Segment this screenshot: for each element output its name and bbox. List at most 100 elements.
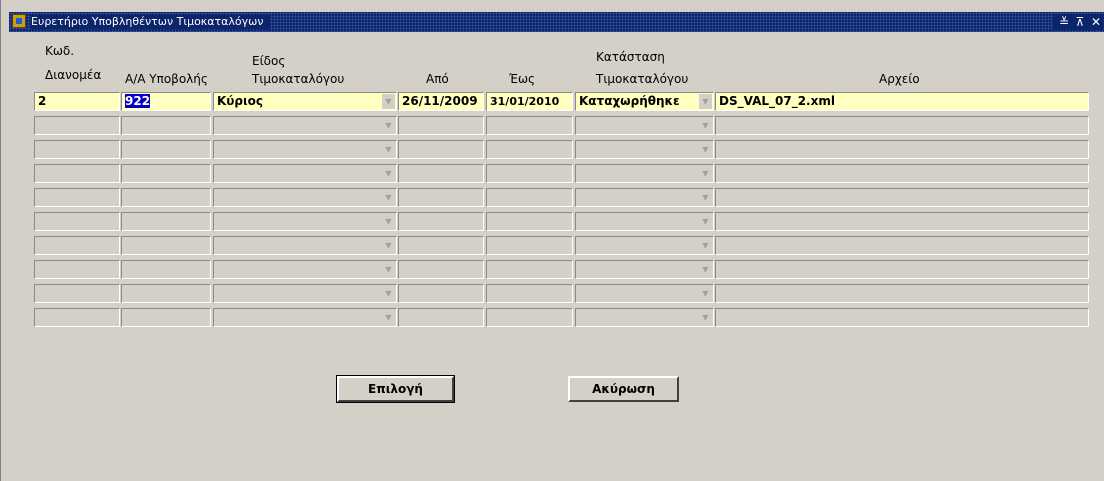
code-field[interactable] [34, 260, 120, 279]
file-field[interactable] [715, 236, 1089, 255]
chevron-down-icon[interactable]: ▼ [382, 238, 395, 253]
close-icon[interactable]: ✕ [1089, 14, 1103, 30]
submission-field[interactable] [121, 212, 211, 231]
to-date-field[interactable] [486, 140, 573, 159]
status-select[interactable]: Καταχωρήθηκε ▼ [575, 92, 714, 111]
from-date-field[interactable] [398, 188, 484, 207]
to-date-field[interactable] [486, 164, 573, 183]
chevron-down-icon[interactable]: ▼ [699, 118, 712, 133]
code-field[interactable] [34, 236, 120, 255]
submission-field[interactable] [121, 164, 211, 183]
type-select[interactable]: ▼ [213, 188, 397, 207]
chevron-down-icon[interactable]: ▼ [699, 190, 712, 205]
chevron-down-icon[interactable]: ▼ [382, 286, 395, 301]
file-field[interactable] [715, 308, 1089, 327]
from-date-field[interactable] [398, 140, 484, 159]
chevron-down-icon[interactable]: ▼ [699, 310, 712, 325]
minimize-icon[interactable]: ≚ [1057, 14, 1071, 30]
status-select[interactable]: ▼ [575, 260, 714, 279]
submission-field[interactable] [121, 140, 211, 159]
select-button[interactable]: Επιλογή [336, 375, 455, 403]
chevron-down-icon[interactable]: ▼ [382, 118, 395, 133]
chevron-down-icon[interactable]: ▼ [699, 286, 712, 301]
to-date-field[interactable] [486, 260, 573, 279]
code-field[interactable] [34, 212, 120, 231]
title-bar[interactable]: Ευρετήριο Υποβληθέντων Τιμοκαταλόγων ≚ ⊼… [9, 12, 1104, 32]
file-field[interactable]: DS_VAL_07_2.xml [715, 92, 1089, 111]
status-select[interactable]: ▼ [575, 116, 714, 135]
submission-value: 922 [125, 94, 151, 108]
status-select[interactable]: ▼ [575, 164, 714, 183]
to-date-field[interactable] [486, 212, 573, 231]
status-select[interactable]: ▼ [575, 236, 714, 255]
pricelist-index-window: Ευρετήριο Υποβληθέντων Τιμοκαταλόγων ≚ ⊼… [0, 0, 1104, 481]
code-field[interactable]: 2 [34, 92, 120, 111]
code-field[interactable] [34, 164, 120, 183]
to-date-field[interactable] [486, 308, 573, 327]
to-date-field[interactable] [486, 188, 573, 207]
chevron-down-icon[interactable]: ▼ [699, 142, 712, 157]
from-date-field[interactable] [398, 308, 484, 327]
chevron-down-icon[interactable]: ▼ [699, 94, 712, 109]
status-select[interactable]: ▼ [575, 188, 714, 207]
to-date-field[interactable] [486, 236, 573, 255]
from-date-field[interactable] [398, 260, 484, 279]
cancel-button[interactable]: Ακύρωση [568, 376, 679, 402]
file-field[interactable] [715, 116, 1089, 135]
chevron-down-icon[interactable]: ▼ [382, 94, 395, 109]
window-controls: ≚ ⊼ ✕ [1053, 14, 1103, 30]
type-select[interactable]: ▼ [213, 284, 397, 303]
status-select[interactable]: ▼ [575, 140, 714, 159]
code-field[interactable] [34, 140, 120, 159]
file-field[interactable] [715, 188, 1089, 207]
chevron-down-icon[interactable]: ▼ [382, 166, 395, 181]
submission-field[interactable] [121, 116, 211, 135]
status-select[interactable]: ▼ [575, 284, 714, 303]
submission-field[interactable]: 922 [121, 92, 211, 111]
type-select[interactable]: ▼ [213, 164, 397, 183]
file-field[interactable] [715, 260, 1089, 279]
status-select[interactable]: ▼ [575, 308, 714, 327]
window-title: Ευρετήριο Υποβληθέντων Τιμοκαταλόγων [31, 15, 270, 29]
from-date-field[interactable] [398, 164, 484, 183]
file-field[interactable] [715, 284, 1089, 303]
from-date-field[interactable] [398, 212, 484, 231]
chevron-down-icon[interactable]: ▼ [699, 262, 712, 277]
chevron-down-icon[interactable]: ▼ [382, 214, 395, 229]
from-date-field[interactable] [398, 236, 484, 255]
status-select[interactable]: ▼ [575, 212, 714, 231]
submission-field[interactable] [121, 284, 211, 303]
submission-field[interactable] [121, 236, 211, 255]
submission-field[interactable] [121, 308, 211, 327]
submission-field[interactable] [121, 260, 211, 279]
file-field[interactable] [715, 140, 1089, 159]
type-select[interactable]: Κύριος ▼ [213, 92, 397, 111]
chevron-down-icon[interactable]: ▼ [382, 190, 395, 205]
chevron-down-icon[interactable]: ▼ [699, 214, 712, 229]
submission-field[interactable] [121, 188, 211, 207]
file-field[interactable] [715, 212, 1089, 231]
code-field[interactable] [34, 188, 120, 207]
chevron-down-icon[interactable]: ▼ [699, 238, 712, 253]
code-field[interactable] [34, 284, 120, 303]
from-date-field[interactable]: 26/11/2009 [398, 92, 484, 111]
type-select[interactable]: ▼ [213, 260, 397, 279]
from-date-field[interactable] [398, 116, 484, 135]
code-field[interactable] [34, 308, 120, 327]
type-select[interactable]: ▼ [213, 236, 397, 255]
chevron-down-icon[interactable]: ▼ [382, 310, 395, 325]
chevron-down-icon[interactable]: ▼ [382, 142, 395, 157]
chevron-down-icon[interactable]: ▼ [699, 166, 712, 181]
file-field[interactable] [715, 164, 1089, 183]
type-select[interactable]: ▼ [213, 212, 397, 231]
code-field[interactable] [34, 116, 120, 135]
to-date-field[interactable]: 31/01/2010 [486, 92, 573, 111]
from-date-field[interactable] [398, 284, 484, 303]
to-date-field[interactable] [486, 284, 573, 303]
to-date-field[interactable] [486, 116, 573, 135]
maximize-icon[interactable]: ⊼ [1073, 14, 1087, 30]
type-select[interactable]: ▼ [213, 116, 397, 135]
type-select[interactable]: ▼ [213, 308, 397, 327]
chevron-down-icon[interactable]: ▼ [382, 262, 395, 277]
type-select[interactable]: ▼ [213, 140, 397, 159]
